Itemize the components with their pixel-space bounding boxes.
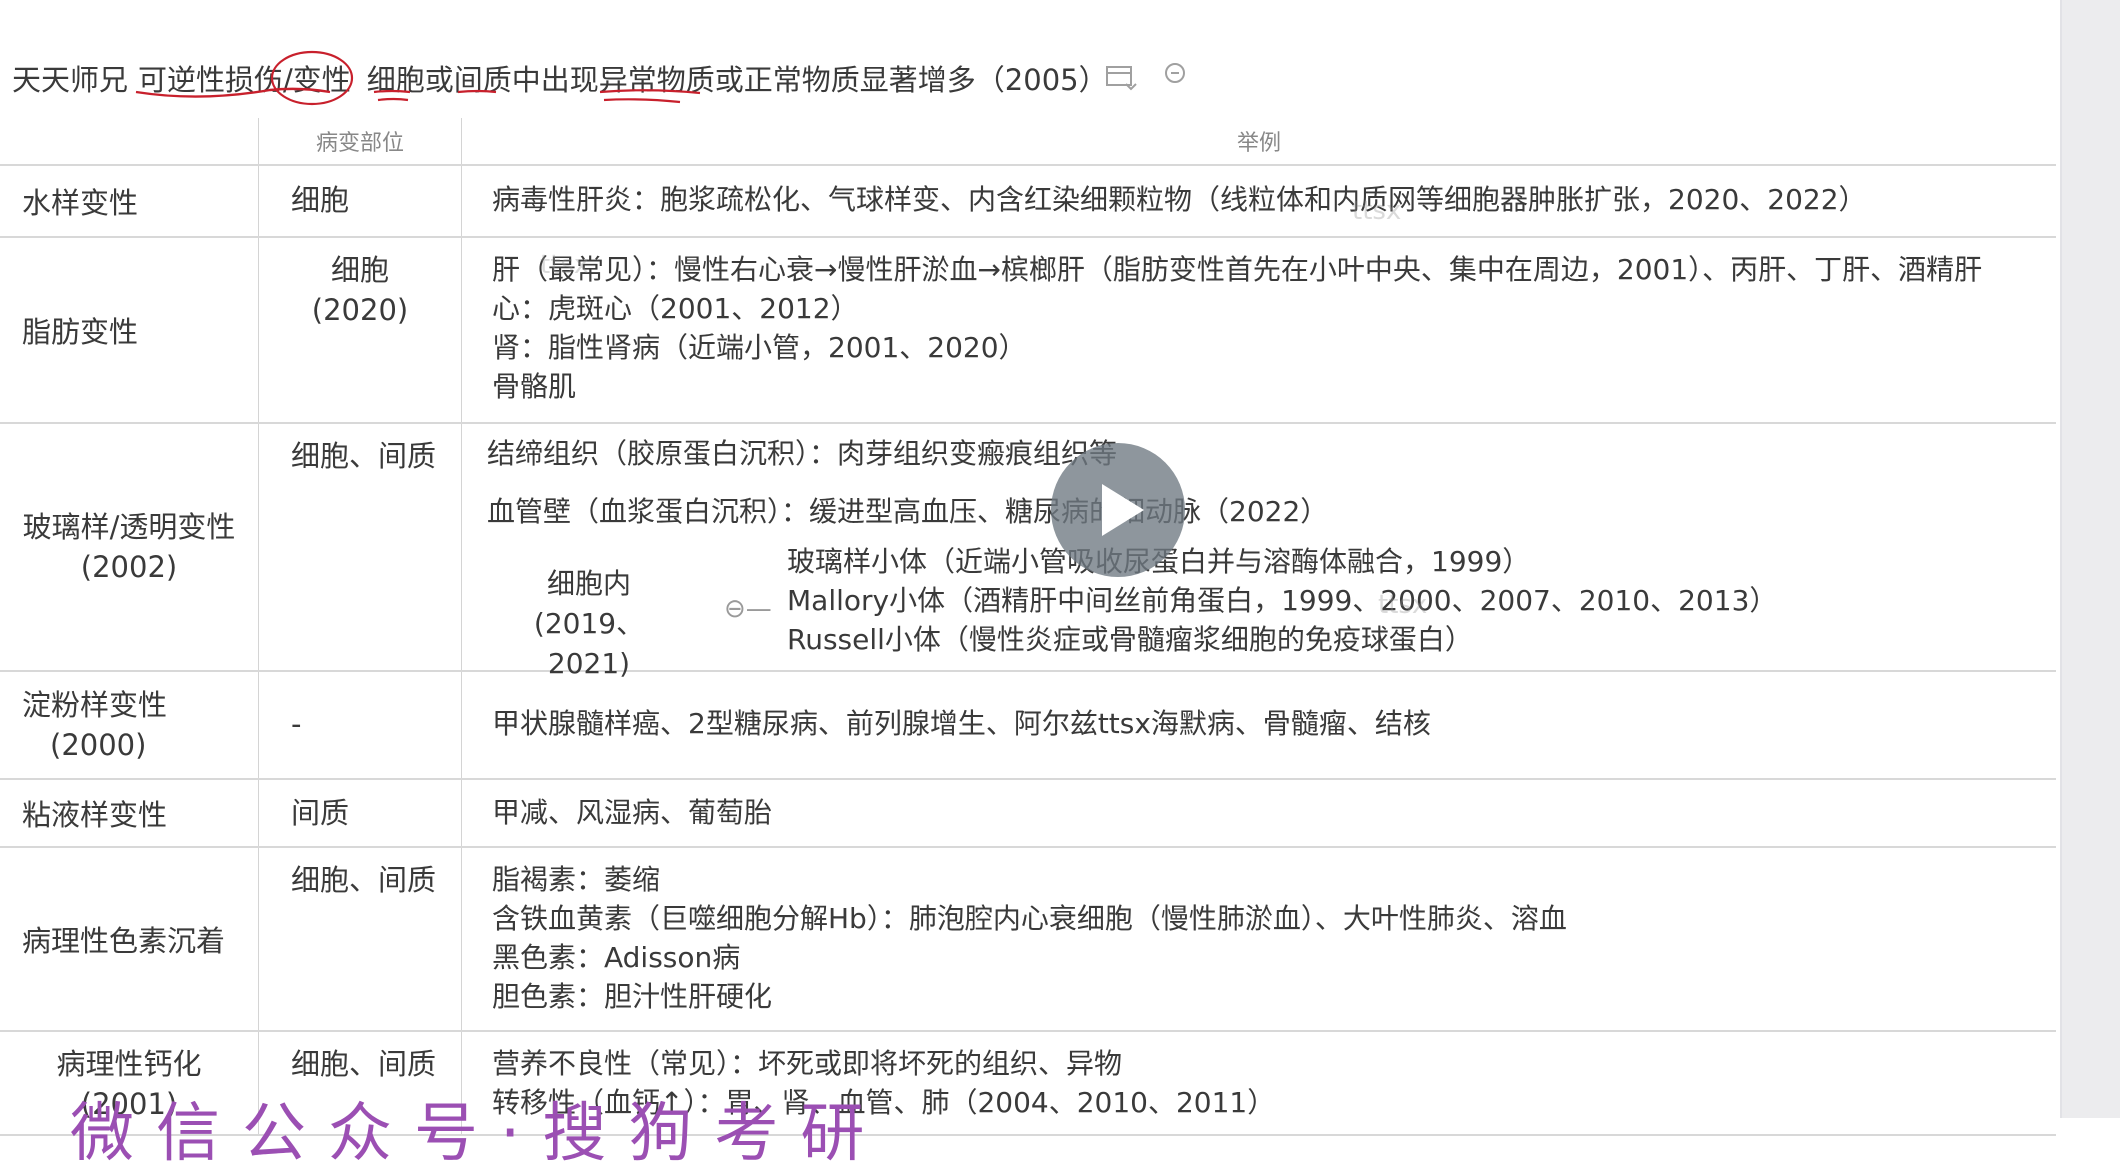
row-label: 病理性色素沉着: [22, 924, 226, 958]
row-examples: 病毒性肝炎：胞浆疏松化、气球样变、内含红染细颗粒物（线粒体和内质网等细胞器肿胀扩…: [492, 183, 1867, 216]
table-row: 玻璃样/透明变性 (2002) 细胞、间质 结缔组织（胶原蛋白沉积）：肉芽组织变瘢…: [0, 423, 2056, 680]
row-label: 粘液样变性: [22, 798, 168, 832]
row-label: 脂肪变性: [22, 315, 139, 349]
row-examples: 肝（最常见）：慢性右心衰→慢性肝淤血→槟榔肝（脂肪变性首先在小叶中央、集中在周边…: [492, 253, 1983, 403]
mindmap-connector-icon: ⊖—: [724, 594, 772, 624]
red-handwritten-annotations: [135, 50, 701, 106]
row-site: 间质: [291, 796, 350, 830]
row-examples: 甲减、风湿病、葡萄胎: [492, 796, 773, 829]
row-site: 细胞、间质: [291, 1047, 437, 1081]
row-site: 细胞、间质: [291, 863, 437, 897]
watermark-text: ttsx: [1378, 590, 1428, 620]
row-label: 淀粉样变性 (2000): [22, 688, 168, 762]
row-examples: 甲状腺髓样癌、2型糖尿病、前列腺增生、阿尔兹ttsx海默病、骨髓瘤、结核: [492, 707, 1431, 740]
row-examples: 结缔组织（胶原蛋白沉积）：肉芽组织变瘢痕组织等 血管壁（血浆蛋白沉积）：缓进型高…: [462, 424, 2056, 680]
intracellular-label: 细胞内 (2019、2021): [533, 567, 645, 680]
right-scroll-strip[interactable]: [2062, 0, 2120, 1118]
video-play-button[interactable]: [1051, 443, 1185, 577]
table-row: 粘液样变性 间质 甲减、风湿病、葡萄胎: [0, 779, 2056, 848]
row-label: 玻璃样/透明变性 (2002): [22, 510, 236, 584]
row-site: -: [291, 707, 302, 741]
circle-menu-icon[interactable]: [1162, 60, 1188, 93]
header-examples: 举例: [461, 118, 2056, 166]
bottom-watermark: 微信公众号·搜狗考研: [70, 1097, 887, 1171]
table-row: 病理性色素沉着 细胞、间质 脂褐素：萎缩 含铁血黄素（巨噬细胞分解Hb）：肺泡腔…: [0, 847, 2056, 1032]
play-icon: [1102, 484, 1144, 536]
intracellular-items: 玻璃样小体（近端小管吸收尿蛋白并与溶酶体融合，1999） Mallory小体（酒…: [787, 545, 1778, 656]
row-examples: 脂褐素：萎缩 含铁血黄素（巨噬细胞分解Hb）：肺泡腔内心衰细胞（慢性肺淤血）、大…: [492, 863, 1567, 1013]
row-site: 细胞 (2020): [311, 253, 409, 327]
degeneration-table: 病变部位 举例 水样变性 细胞 病毒性肝炎：胞浆疏松化、气球样变、内含红染细颗粒…: [0, 118, 2056, 1136]
row-label: 水样变性: [22, 186, 139, 220]
table-header-row: 病变部位 举例: [0, 118, 2056, 166]
table-row: 脂肪变性 细胞 (2020) 肝（最常见）：慢性右心衰→慢性肝淤血→槟榔肝（脂肪变…: [0, 237, 2056, 424]
row-site: 细胞: [291, 183, 350, 217]
table-settings-icon[interactable]: [1104, 62, 1138, 99]
header-blank: [0, 118, 259, 166]
header-site: 病变部位: [258, 118, 462, 166]
watermark-text: ttsx: [540, 250, 590, 280]
table-row: 淀粉样变性 (2000) - 甲状腺髓样癌、2型糖尿病、前列腺增生、阿尔兹ttsx…: [0, 671, 2056, 780]
table-row: 水样变性 细胞 病毒性肝炎：胞浆疏松化、气球样变、内含红染细颗粒物（线粒体和内质…: [0, 165, 2056, 238]
row-site: 细胞、间质: [291, 439, 437, 473]
watermark-text: ttsx: [1352, 196, 1402, 226]
